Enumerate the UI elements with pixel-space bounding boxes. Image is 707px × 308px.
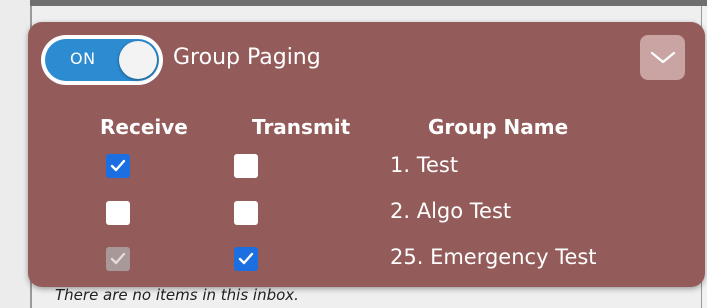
transmit-header: Transmit xyxy=(252,115,351,139)
transmit-checkbox-row-3[interactable] xyxy=(234,247,258,271)
receive-checkbox-row-2[interactable] xyxy=(106,201,130,225)
check-icon xyxy=(238,252,254,265)
left-frame xyxy=(0,0,30,308)
group-name-row-1: 1. Test xyxy=(390,153,459,177)
group-name-row-3: 25. Emergency Test xyxy=(390,245,597,269)
toggle-label: ON xyxy=(70,49,96,68)
group-paging-toggle[interactable]: ON xyxy=(41,35,163,85)
chevron-down-icon xyxy=(650,51,675,63)
check-icon xyxy=(110,159,126,172)
receive-checkbox-row-1[interactable] xyxy=(106,154,130,178)
receive-checkbox-row-3[interactable] xyxy=(106,247,130,271)
receive-header: Receive xyxy=(100,115,188,139)
collapse-button[interactable] xyxy=(640,35,685,80)
toggle-knob xyxy=(119,41,157,79)
group-name-header: Group Name xyxy=(428,115,569,139)
transmit-checkbox-row-2[interactable] xyxy=(234,201,258,225)
panel-title: Group Paging xyxy=(173,45,321,70)
group-paging-panel: ON Group Paging Receive Transmit Group N… xyxy=(28,22,705,287)
inbox-empty-message: There are no items in this inbox. xyxy=(55,286,299,304)
group-name-row-2: 2. Algo Test xyxy=(390,199,512,223)
toggle-track: ON xyxy=(45,39,159,81)
transmit-checkbox-row-1[interactable] xyxy=(234,154,258,178)
check-icon xyxy=(110,252,126,265)
